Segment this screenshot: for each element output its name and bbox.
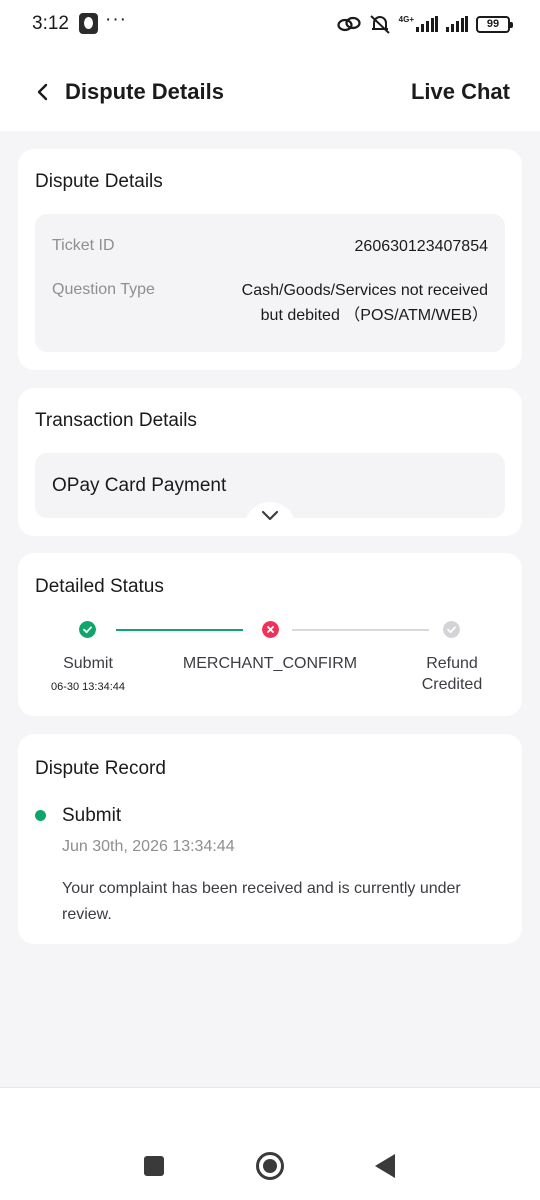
live-chat-button[interactable]: Live Chat (411, 79, 510, 105)
battery-icon: 99 (476, 15, 513, 33)
system-nav-bar (0, 1087, 540, 1200)
circle-icon[interactable] (256, 1152, 284, 1180)
dispute-details-title: Dispute Details (35, 171, 163, 192)
status-time: 3:12 (32, 13, 69, 34)
chevron-left-icon (37, 83, 48, 101)
transaction-details-title: Transaction Details (35, 410, 197, 431)
step-label-merchant-confirm: MERCHANT_CONFIRM (182, 655, 358, 672)
top-area: 3:12 ··· 4G+ 99 Dispute Details Live Cha… (0, 0, 540, 131)
back-button[interactable] (28, 77, 58, 107)
check-circle-icon (79, 621, 96, 638)
dispute-record-title: Dispute Record (35, 758, 166, 779)
step-label-submit: Submit (63, 655, 113, 672)
step-label-refund-credited: Refund Credited (402, 653, 502, 695)
question-type-label: Question Type (52, 281, 155, 298)
network-type-label: 4G+ (398, 14, 414, 24)
dispute-details-card: Dispute Details Ticket ID 26063012340785… (18, 149, 522, 370)
triangle-back-icon[interactable] (375, 1154, 395, 1178)
page-title: Dispute Details (65, 79, 224, 104)
detailed-status-card: Detailed Status Submit 06-30 13:34:44 ME… (18, 553, 522, 716)
header: Dispute Details Live Chat (0, 60, 540, 122)
step-label-refund-line2: Credited (421, 676, 483, 693)
silent-bell-icon (369, 15, 390, 34)
step-connector-done (116, 629, 243, 631)
step-connector-pending (292, 629, 429, 631)
dispute-info-box: Ticket ID 260630123407854 Question Type … (35, 214, 505, 352)
ticket-id-label: Ticket ID (52, 237, 115, 254)
ticket-id-value: 260630123407854 (354, 238, 488, 255)
question-type-line1: Cash/Goods/Services not received (241, 282, 488, 299)
check-circle-gray-icon (443, 621, 460, 638)
step-time-submit: 06-30 13:34:44 (50, 681, 125, 693)
record-entry-description: Your complaint has been received and is … (62, 880, 461, 923)
question-type-line2: but debited （POS/ATM/WEB） (260, 307, 488, 324)
status-bar: 3:12 ··· 4G+ 99 (0, 0, 540, 48)
chevron-down-icon (261, 510, 279, 521)
link-icon (337, 16, 361, 32)
record-status-dot (35, 810, 46, 821)
record-entry-time: Jun 30th, 2026 13:34:44 (62, 838, 235, 855)
square-icon[interactable] (144, 1156, 164, 1176)
record-entry-title: Submit (62, 805, 122, 826)
question-type-value: Cash/Goods/Services not received but deb… (242, 278, 488, 328)
transaction-type-label: OPay Card Payment (52, 475, 227, 496)
transaction-details-card: Transaction Details OPay Card Payment (18, 388, 522, 536)
step-label-refund-line1: Refund (426, 655, 478, 672)
status-icons: 4G+ 99 (337, 13, 513, 35)
x-circle-icon (262, 621, 279, 638)
app-notification-icon (79, 13, 98, 34)
signal-icon-1 (416, 16, 438, 32)
detailed-status-title: Detailed Status (35, 576, 164, 597)
more-notifications-icon: ··· (105, 9, 127, 30)
signal-icon-2 (446, 16, 468, 32)
dispute-record-card: Dispute Record Submit Jun 30th, 2026 13:… (18, 734, 522, 944)
